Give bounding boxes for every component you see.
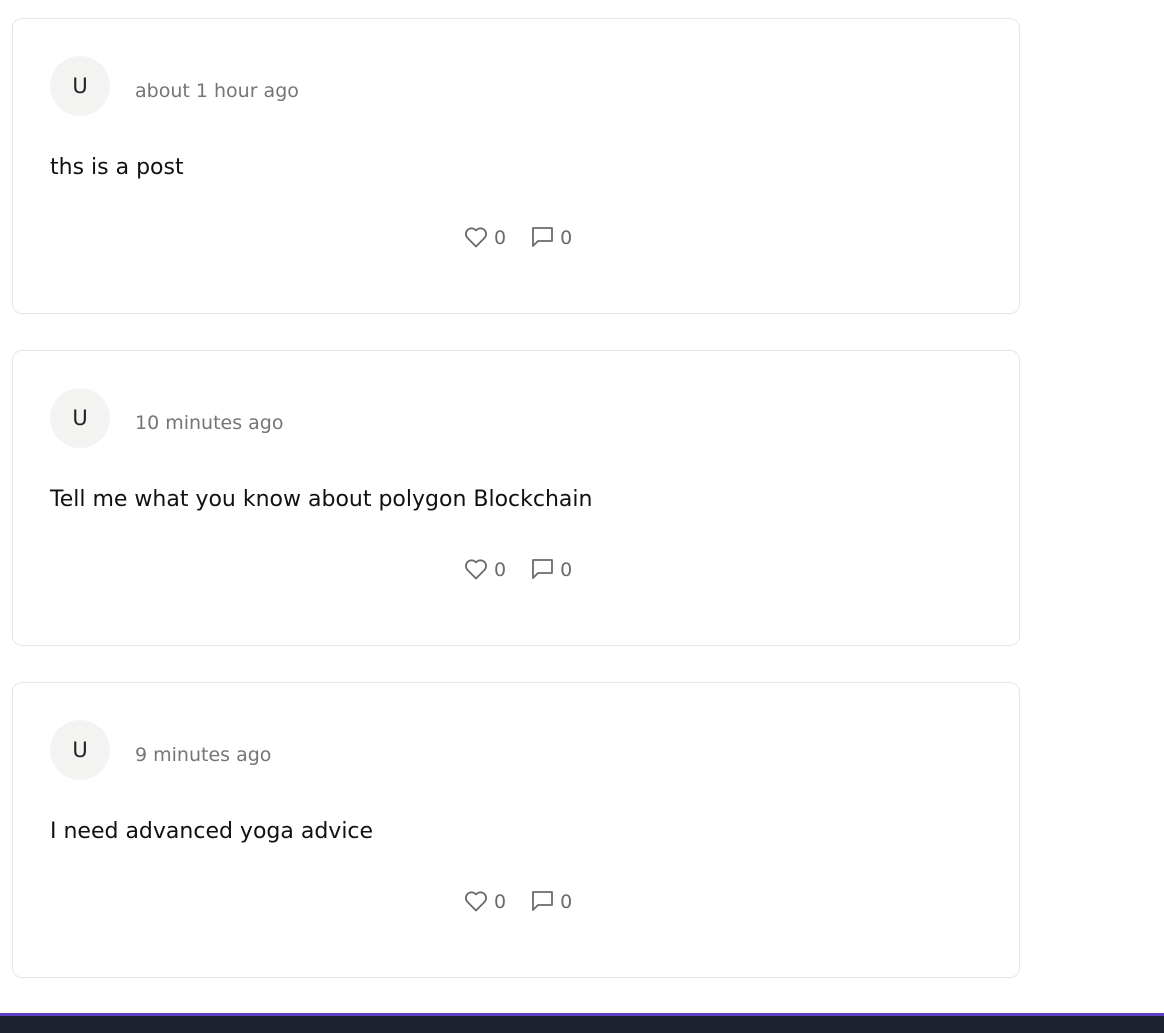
post-actions: 0 0 (464, 558, 573, 581)
bottom-bar (0, 1013, 1164, 1033)
avatar[interactable]: U (50, 388, 110, 448)
like-button[interactable]: 0 (464, 558, 507, 581)
comment-icon (532, 891, 553, 911)
comment-icon (532, 227, 553, 247)
post-feed: U about 1 hour ago ths is a post 0 0 U 1… (12, 18, 1020, 1014)
comment-button[interactable]: 0 (531, 226, 573, 249)
post-content: I need advanced yoga advice (50, 819, 374, 844)
comment-count: 0 (560, 227, 573, 249)
post-content: Tell me what you know about polygon Bloc… (50, 487, 593, 512)
like-count: 0 (494, 891, 507, 913)
post-header: U 10 minutes ago (50, 388, 284, 448)
avatar[interactable]: U (50, 56, 110, 116)
post-content: ths is a post (50, 155, 184, 180)
post-timestamp: 10 minutes ago (135, 412, 284, 434)
like-button[interactable]: 0 (464, 890, 507, 913)
like-count: 0 (494, 559, 507, 581)
heart-icon (465, 891, 487, 912)
post-actions: 0 0 (464, 226, 573, 249)
post-timestamp: 9 minutes ago (135, 744, 272, 766)
post-header: U 9 minutes ago (50, 720, 271, 780)
comment-icon (532, 559, 553, 579)
post-timestamp: about 1 hour ago (135, 80, 299, 102)
heart-icon (465, 559, 487, 580)
page: U about 1 hour ago ths is a post 0 0 U 1… (0, 0, 1164, 1033)
comment-button[interactable]: 0 (531, 890, 573, 913)
like-button[interactable]: 0 (464, 226, 507, 249)
comment-count: 0 (560, 559, 573, 581)
like-count: 0 (494, 227, 507, 249)
post-card: U 9 minutes ago I need advanced yoga adv… (12, 682, 1020, 978)
post-header: U about 1 hour ago (50, 56, 299, 116)
post-card: U about 1 hour ago ths is a post 0 0 (12, 18, 1020, 314)
post-actions: 0 0 (464, 890, 573, 913)
heart-icon (465, 227, 487, 248)
avatar[interactable]: U (50, 720, 110, 780)
comment-count: 0 (560, 891, 573, 913)
post-card: U 10 minutes ago Tell me what you know a… (12, 350, 1020, 646)
comment-button[interactable]: 0 (531, 558, 573, 581)
